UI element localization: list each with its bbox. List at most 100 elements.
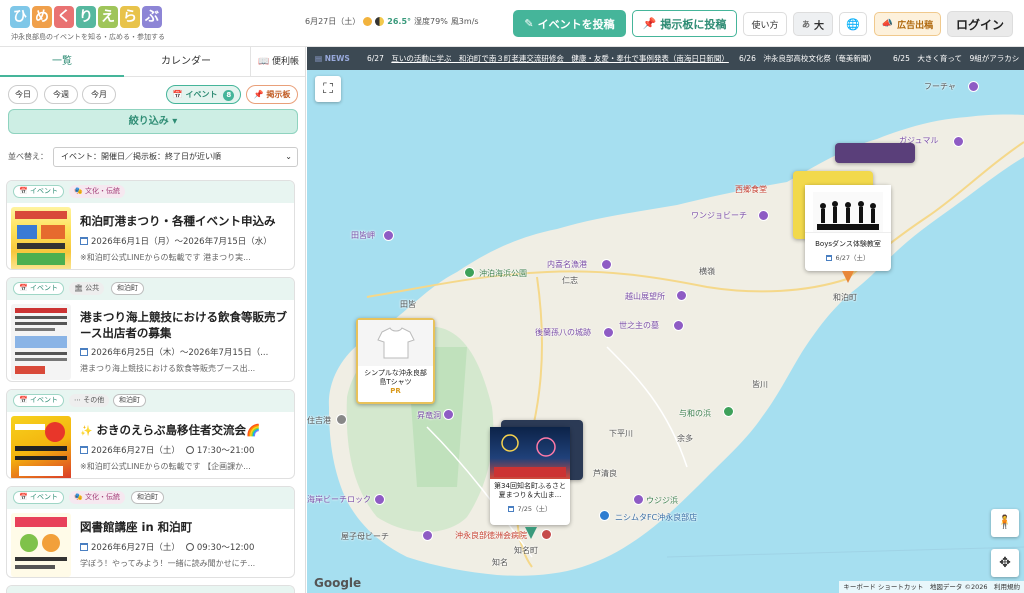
how-to-label: 使い方: [751, 20, 779, 31]
poi-marker[interactable]: [603, 327, 614, 338]
event-thumbnail: [11, 416, 71, 478]
sparkle-icon: ✨: [80, 426, 93, 437]
book-icon: 📖: [257, 57, 270, 67]
place-label: 芦清良: [593, 469, 617, 478]
logo-letter: く: [54, 6, 74, 28]
weather-temp: 26.5°: [387, 17, 412, 26]
event-map-card[interactable]: Boysダンス体験教室 6/27（土）: [805, 185, 891, 271]
sort-value: イベント：開催日／掲示板：終了日が近い順: [61, 152, 221, 161]
poi-marker[interactable]: [601, 259, 612, 270]
language-button[interactable]: 🌐: [839, 12, 867, 36]
poi-marker[interactable]: [633, 494, 644, 505]
street-view-button[interactable]: 🧍: [991, 509, 1019, 537]
tshirt-image: [358, 320, 433, 366]
fullscreen-button[interactable]: ⛶: [315, 76, 341, 102]
logo-letter: ひ: [10, 6, 30, 28]
event-description: 学ぼう！やってみよう！一緒に読み聞かせにチ...: [80, 559, 256, 568]
card-tags: 📅 イベント 🎭 文化・伝統: [7, 181, 294, 203]
pin-icon: 📌: [253, 90, 264, 99]
park-marker[interactable]: [723, 406, 734, 417]
pencil-icon: ✎: [524, 17, 534, 30]
event-map-card[interactable]: 第34回知名町ふるさと夏まつり＆大山ま... 7/25（土）: [490, 427, 570, 525]
post-event-button[interactable]: ✎ イベントを投稿: [513, 10, 626, 37]
event-card[interactable]: [6, 585, 295, 593]
tag-category: 🎭 文化・伝統: [69, 185, 125, 198]
card-tags: 📅 イベント 🏛 公共 和泊町: [7, 278, 294, 300]
filter-week[interactable]: 今週: [44, 85, 78, 104]
place-label: 横嶺: [699, 267, 715, 276]
ad-button[interactable]: 📣 広告出稿: [874, 12, 941, 36]
news-item[interactable]: 6/27 互いの活動に学ぶ 和泊町で南３町老連交流研修会 健康・友愛・奉仕で事例…: [367, 47, 729, 70]
place-label: 昇竜洞: [417, 411, 441, 420]
chevron-down-icon: ⌄: [285, 152, 292, 161]
pr-map-card[interactable]: シンプルな沖永良部島Tシャツ PR: [356, 318, 435, 404]
logo-letter: め: [32, 6, 52, 28]
sea-contour: [666, 546, 1024, 558]
filter-month[interactable]: 今月: [82, 85, 116, 104]
map-pin[interactable]: [842, 271, 854, 283]
event-title: 港まつり海上競技における飲食等販売ブース出店者の募集: [80, 310, 287, 340]
map-view[interactable]: ▤ NEWS 6/27 互いの活動に学ぶ 和泊町で南３町老連交流研修会 健康・友…: [307, 47, 1024, 593]
poi-marker[interactable]: [673, 320, 684, 331]
map-pin[interactable]: [525, 527, 537, 539]
place-label: ニシムタFC沖永良部店: [615, 513, 698, 522]
pegman-icon: 🧍: [996, 515, 1014, 530]
narrow-down-button[interactable]: 絞り込み ▾: [8, 109, 298, 134]
megaphone-icon: 📣: [881, 19, 894, 29]
poi-marker[interactable]: [443, 409, 454, 420]
place-label: 海岸ビーチロック: [307, 495, 371, 504]
tag-event: 📅 イベント: [13, 491, 64, 504]
poi-marker[interactable]: [758, 210, 769, 221]
poi-marker[interactable]: [953, 136, 964, 147]
poi-marker[interactable]: [676, 290, 687, 301]
tab-calendar[interactable]: カレンダー: [124, 47, 248, 77]
event-title: ✨ おきのえらぶ島移住者交流会🌈: [80, 423, 261, 437]
news-item[interactable]: 6/26 沖永良部高校文化祭（奄美新聞）: [739, 47, 876, 70]
filter-event-toggle[interactable]: 📅 イベント 8: [166, 85, 241, 104]
tab-handy-guide[interactable]: 📖 便利帳: [250, 47, 305, 77]
login-button[interactable]: ログイン: [947, 11, 1013, 37]
sun-icon: [363, 17, 373, 26]
tag-event: 📅 イベント: [13, 394, 64, 407]
port-marker[interactable]: [336, 414, 347, 425]
poi-marker[interactable]: [422, 530, 433, 541]
map-attribution[interactable]: キーボード ショートカット 地図データ ©2026 利用規約: [839, 581, 1024, 593]
poi-marker[interactable]: [374, 494, 385, 505]
place-label: 田皆: [400, 300, 416, 309]
sort-control: 並べ替え： イベント：開催日／掲示板：終了日が近い順 ⌄: [8, 147, 300, 167]
site-logo[interactable]: ひめくりえらぶ: [10, 6, 162, 28]
event-card[interactable]: 📅 イベント 🎭 文化・伝統 和泊町 図書館講座 in 和泊町 2026年6月2…: [6, 486, 295, 578]
tab-list[interactable]: 一覧: [0, 47, 124, 77]
how-to-button[interactable]: 使い方: [743, 12, 787, 36]
event-card[interactable]: 📅 イベント 🏛 公共 和泊町 港まつり海上競技における飲食等販売ブース出店者の…: [6, 277, 295, 382]
event-description: ※和泊町公式LINEからの転載です 【企画課か...: [80, 462, 251, 471]
park-marker[interactable]: [464, 267, 475, 278]
event-card[interactable]: 📅 イベント ⋯ その他 和泊町 ✨ おきのえらぶ島移住者交流会🌈 2026年6…: [6, 389, 295, 479]
tag-place: 和泊町: [131, 491, 164, 504]
card-tags: [7, 586, 294, 593]
pin-icon: 📌: [642, 17, 657, 30]
expand-icon: ⛶: [323, 81, 333, 97]
event-title: 和泊町港まつり・各種イベント申込み: [80, 214, 276, 228]
post-board-button[interactable]: 📌 掲示板に投稿: [632, 10, 737, 37]
shop-marker[interactable]: [599, 510, 610, 521]
news-item[interactable]: 6/25 大きく育って 9組がアラカシ: [893, 47, 1019, 70]
map-pan-control[interactable]: ✥: [991, 549, 1019, 577]
news-ticker[interactable]: ▤ NEWS 6/27 互いの活動に学ぶ 和泊町で南３町老連交流研修会 健康・友…: [307, 47, 1024, 70]
event-map-card-title: Boysダンス体験教室: [815, 240, 881, 248]
font-size-button[interactable]: あ 大: [793, 12, 833, 36]
poi-marker[interactable]: [968, 81, 979, 92]
news-label: ▤ NEWS: [315, 54, 350, 63]
login-label: ログイン: [955, 17, 1004, 32]
poi-marker[interactable]: [383, 230, 394, 241]
hospital-marker[interactable]: [541, 529, 552, 540]
sort-select[interactable]: イベント：開催日／掲示板：終了日が近い順 ⌄: [53, 147, 298, 167]
tag-place: 和泊町: [113, 394, 146, 407]
globe-icon: 🌐: [846, 17, 860, 31]
filter-board-toggle[interactable]: 📌 掲示板: [246, 85, 298, 104]
tag-category: ⋯ その他: [69, 394, 110, 407]
stacked-map-card[interactable]: [835, 143, 915, 163]
card-tags: 📅 イベント ⋯ その他 和泊町: [7, 390, 294, 412]
event-card[interactable]: 📅 イベント 🎭 文化・伝統 和泊町港まつり・各種イベント申込み 2026年6月…: [6, 180, 295, 270]
filter-today[interactable]: 今日: [8, 85, 38, 104]
